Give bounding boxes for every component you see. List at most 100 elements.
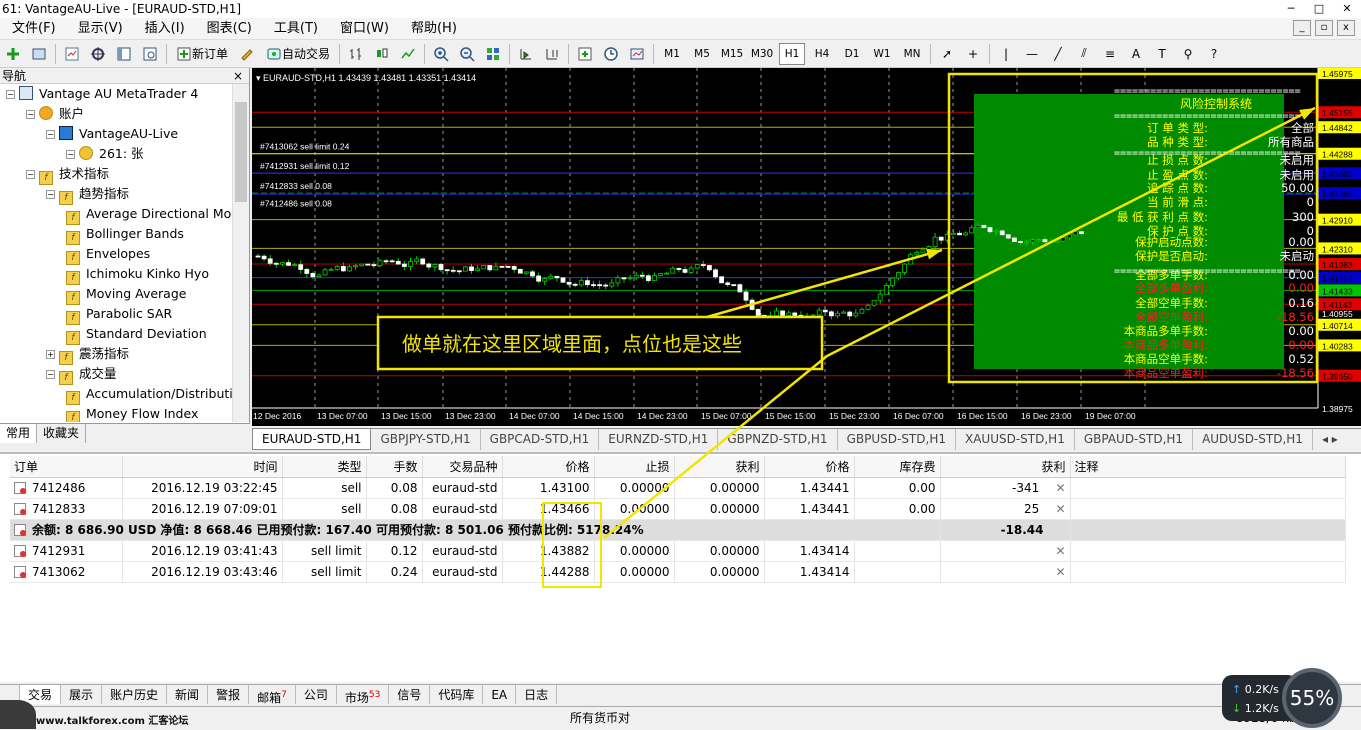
- menu-help[interactable]: 帮助(H): [399, 18, 467, 40]
- vertical-line-icon[interactable]: |: [995, 43, 1017, 65]
- tf-d1-button[interactable]: D1: [839, 43, 865, 65]
- expand-toggle-icon[interactable]: −: [46, 130, 55, 139]
- column-header[interactable]: 交易品种: [422, 456, 503, 478]
- terminal-tab[interactable]: 新闻: [167, 685, 209, 704]
- tf-h4-button[interactable]: H4: [809, 43, 835, 65]
- meta-editor-icon[interactable]: [236, 43, 258, 65]
- order-label[interactable]: #7413062 sell limit 0.24: [260, 142, 350, 152]
- scrollbar-thumb[interactable]: [235, 102, 247, 202]
- expand-toggle-icon[interactable]: −: [6, 90, 15, 99]
- column-header[interactable]: 订单: [10, 456, 123, 478]
- tree-item[interactable]: f Envelopes: [0, 244, 232, 265]
- tree-item[interactable]: f Parabolic SAR: [0, 304, 232, 325]
- column-header[interactable]: 手数: [366, 456, 423, 478]
- tree-item[interactable]: f Bollinger Bands: [0, 224, 232, 245]
- close-order-icon[interactable]: ✕: [1051, 502, 1065, 516]
- table-row[interactable]: 7412486 2016.12.19 03:22:45 sell 0.08 euraud…: [10, 477, 1346, 499]
- chart-tab[interactable]: GBPJPY-STD,H1: [371, 429, 481, 450]
- close-order-icon[interactable]: ✕: [1055, 565, 1065, 579]
- terminal-tab[interactable]: 账户历史: [102, 685, 168, 704]
- chart-tab[interactable]: EURNZD-STD,H1: [599, 429, 719, 450]
- close-order-icon[interactable]: ✕: [1055, 544, 1065, 558]
- chart-shift-icon[interactable]: [541, 43, 563, 65]
- tf-m15-button[interactable]: M15: [719, 43, 745, 65]
- expand-toggle-icon[interactable]: −: [26, 110, 35, 119]
- profiles-icon[interactable]: [28, 43, 50, 65]
- tree-item[interactable]: f Accumulation/Distributic: [0, 384, 232, 405]
- tree-item[interactable]: f Moving Average: [0, 284, 232, 305]
- label-icon[interactable]: T: [1151, 43, 1173, 65]
- minimize-button[interactable]: ─: [1277, 0, 1305, 18]
- tab-favorites[interactable]: 收藏夹: [37, 424, 87, 443]
- chart-tab[interactable]: AUDUSD-STD,H1: [1193, 429, 1313, 450]
- column-header[interactable]: 获利: [674, 456, 765, 478]
- cursor-icon[interactable]: ➚: [936, 43, 958, 65]
- tile-windows-icon[interactable]: [482, 43, 504, 65]
- tree-item[interactable]: − f 技术指标: [0, 164, 232, 185]
- tf-h1-button[interactable]: H1: [779, 42, 806, 65]
- chart-tab[interactable]: GBPCAD-STD,H1: [481, 429, 600, 450]
- mdi-close-button[interactable]: x: [1337, 20, 1355, 36]
- mdi-restore-button[interactable]: ▫: [1315, 20, 1333, 36]
- chart-tab[interactable]: GBPAUD-STD,H1: [1075, 429, 1194, 450]
- terminal-tab[interactable]: 代码库: [430, 685, 484, 704]
- terminal-tab[interactable]: 市场53: [337, 685, 390, 705]
- order-label[interactable]: #7412833 sell 0.08: [260, 181, 332, 191]
- menu-charts[interactable]: 图表(C): [195, 18, 262, 40]
- help-icon[interactable]: ?: [1203, 43, 1225, 65]
- tree-item[interactable]: − 账户: [0, 104, 232, 124]
- periods-icon[interactable]: [600, 43, 622, 65]
- column-header[interactable]: 时间: [122, 456, 283, 478]
- terminal-tab[interactable]: 信号: [389, 685, 431, 704]
- line-chart-icon[interactable]: [397, 43, 419, 65]
- expand-toggle-icon[interactable]: −: [66, 150, 75, 159]
- tree-item[interactable]: − 261: 张: [0, 144, 232, 164]
- terminal-tab[interactable]: 警报: [208, 685, 250, 704]
- menu-window[interactable]: 窗口(W): [328, 18, 399, 40]
- navigator-scrollbar[interactable]: [232, 84, 249, 422]
- expand-toggle-icon[interactable]: −: [26, 170, 35, 179]
- close-icon[interactable]: ×: [233, 68, 243, 84]
- terminal-tab[interactable]: 日志: [516, 685, 558, 704]
- close-order-icon[interactable]: ✕: [1051, 481, 1065, 495]
- column-header[interactable]: 止损: [594, 456, 675, 478]
- menu-view[interactable]: 显示(V): [66, 18, 133, 40]
- indicators-icon[interactable]: [574, 43, 596, 65]
- order-label[interactable]: #7412931 sell limit 0.12: [260, 161, 350, 171]
- tf-m5-button[interactable]: M5: [689, 43, 715, 65]
- channel-icon[interactable]: ⫽: [1073, 43, 1095, 65]
- menu-tools[interactable]: 工具(T): [262, 18, 328, 40]
- tree-item[interactable]: f Standard Deviation: [0, 324, 232, 345]
- chart-tab[interactable]: GBPNZD-STD,H1: [718, 429, 838, 450]
- expand-toggle-icon[interactable]: −: [46, 190, 55, 199]
- market-watch-icon[interactable]: [61, 43, 83, 65]
- menu-insert[interactable]: 插入(I): [133, 18, 195, 40]
- data-window-icon[interactable]: [87, 43, 109, 65]
- menu-file[interactable]: 文件(F): [0, 18, 66, 40]
- auto-scroll-icon[interactable]: [515, 43, 537, 65]
- maximize-button[interactable]: □: [1305, 0, 1333, 18]
- tree-item[interactable]: − Vantage AU MetaTrader 4: [0, 84, 232, 104]
- fibonacci-icon[interactable]: ≡: [1099, 43, 1121, 65]
- navigator-icon[interactable]: [113, 43, 135, 65]
- tab-scroll-arrows-icon[interactable]: ◂ ▸: [1313, 429, 1347, 450]
- chart-tab[interactable]: EURAUD-STD,H1: [252, 429, 372, 450]
- tf-mn-button[interactable]: MN: [899, 43, 925, 65]
- tree-item[interactable]: − VantageAU-Live: [0, 124, 232, 144]
- tree-item[interactable]: f Average Directional Mo: [0, 204, 232, 225]
- mdi-minimize-button[interactable]: _: [1293, 20, 1311, 36]
- zoom-in-icon[interactable]: [430, 43, 452, 65]
- terminal-tab[interactable]: 展示: [61, 685, 103, 704]
- tab-common[interactable]: 常用: [0, 424, 38, 443]
- column-header[interactable]: 注释: [1070, 456, 1346, 478]
- terminal-tab[interactable]: 邮箱7: [249, 685, 296, 705]
- new-order-button[interactable]: 新订单: [172, 43, 232, 65]
- tree-item[interactable]: f Money Flow Index: [0, 404, 232, 422]
- expand-toggle-icon[interactable]: −: [46, 370, 55, 379]
- new-chart-icon[interactable]: [2, 43, 24, 65]
- auto-trading-button[interactable]: 自动交易: [262, 43, 334, 65]
- column-header[interactable]: 库存费: [854, 456, 941, 478]
- column-header[interactable]: 价格: [764, 456, 855, 478]
- horizontal-line-icon[interactable]: —: [1021, 43, 1043, 65]
- tf-m30-button[interactable]: M30: [749, 43, 775, 65]
